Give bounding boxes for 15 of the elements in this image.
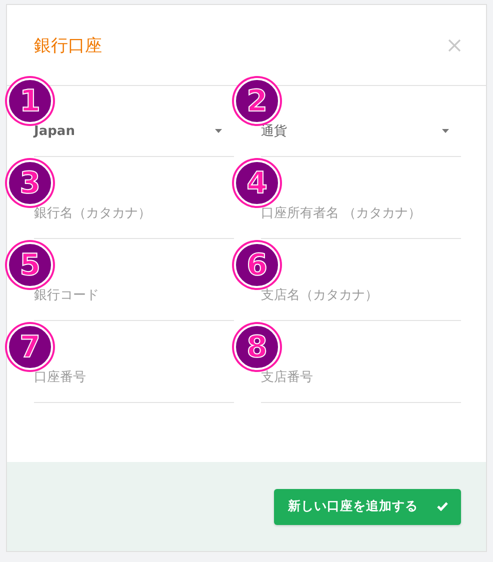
check-icon	[437, 502, 448, 511]
close-icon	[448, 38, 461, 52]
add-account-button[interactable]: 新しい口座を追加する	[274, 488, 461, 524]
dialog-title: 銀行口座	[34, 34, 102, 56]
number-marker: 8	[234, 324, 280, 370]
caret-icon	[442, 129, 449, 133]
number-marker: 5	[7, 242, 53, 288]
number-marker: 2	[234, 78, 280, 124]
caret-icon	[215, 129, 222, 133]
number-marker: 7	[7, 324, 53, 370]
number-marker: 1	[7, 78, 53, 124]
number-marker: 3	[7, 160, 53, 206]
number-marker: 6	[234, 242, 280, 288]
close-button[interactable]	[448, 38, 461, 52]
number-marker: 4	[234, 160, 280, 206]
